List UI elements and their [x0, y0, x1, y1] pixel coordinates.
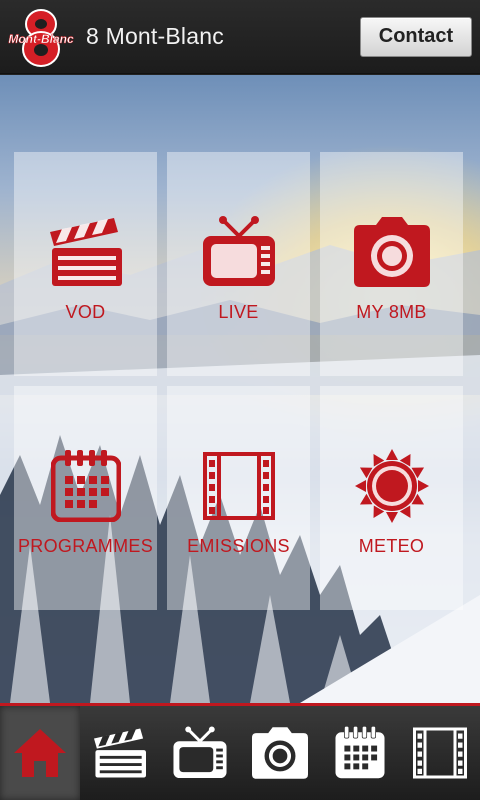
bottom-tab-bar	[0, 703, 480, 800]
clapperboard-icon	[94, 728, 146, 778]
tile-emissions[interactable]: EMISSIONS	[167, 386, 310, 610]
app-title: 8 Mont-Blanc	[86, 23, 224, 49]
tile-label: VOD	[65, 302, 106, 322]
tv-icon	[173, 726, 227, 779]
tab-programmes[interactable]	[320, 706, 400, 800]
tile-my8mb[interactable]: MY 8MB	[320, 152, 463, 376]
tab-my8mb[interactable]	[240, 706, 320, 800]
logo: Mont-Blanc	[6, 5, 76, 69]
tile-vod[interactable]: VOD	[14, 152, 157, 376]
svg-text:Mont-Blanc: Mont-Blanc	[8, 32, 74, 46]
background-image: VOD LIVE MY 8MB PROGRAMMES EMISSIONS MET…	[0, 75, 480, 703]
tab-home[interactable]	[0, 706, 80, 800]
tile-label: EMISSIONS	[187, 536, 290, 556]
app-header: Mont-Blanc 8 Mont-Blanc Contact	[0, 0, 480, 74]
tile-label: METEO	[358, 536, 425, 556]
camera-icon	[352, 212, 432, 292]
contact-button[interactable]: Contact	[360, 16, 472, 57]
tab-emissions[interactable]	[400, 706, 480, 800]
tile-meteo[interactable]: METEO	[320, 386, 463, 610]
sun-icon	[352, 446, 432, 526]
calendar-icon	[335, 726, 385, 779]
clapperboard-icon	[46, 212, 126, 292]
tab-live[interactable]	[160, 706, 240, 800]
tv-icon	[199, 212, 279, 292]
calendar-icon	[46, 446, 126, 526]
tile-live[interactable]: LIVE	[167, 152, 310, 376]
tab-vod[interactable]	[80, 706, 160, 800]
tile-label: PROGRAMMES	[17, 536, 153, 556]
tile-programmes[interactable]: PROGRAMMES	[14, 386, 157, 610]
tile-label: MY 8MB	[356, 302, 427, 322]
film-strip-icon	[413, 727, 467, 779]
home-icon	[14, 729, 66, 777]
film-strip-icon	[199, 446, 279, 526]
camera-icon	[252, 727, 308, 779]
tile-label: LIVE	[218, 302, 259, 322]
